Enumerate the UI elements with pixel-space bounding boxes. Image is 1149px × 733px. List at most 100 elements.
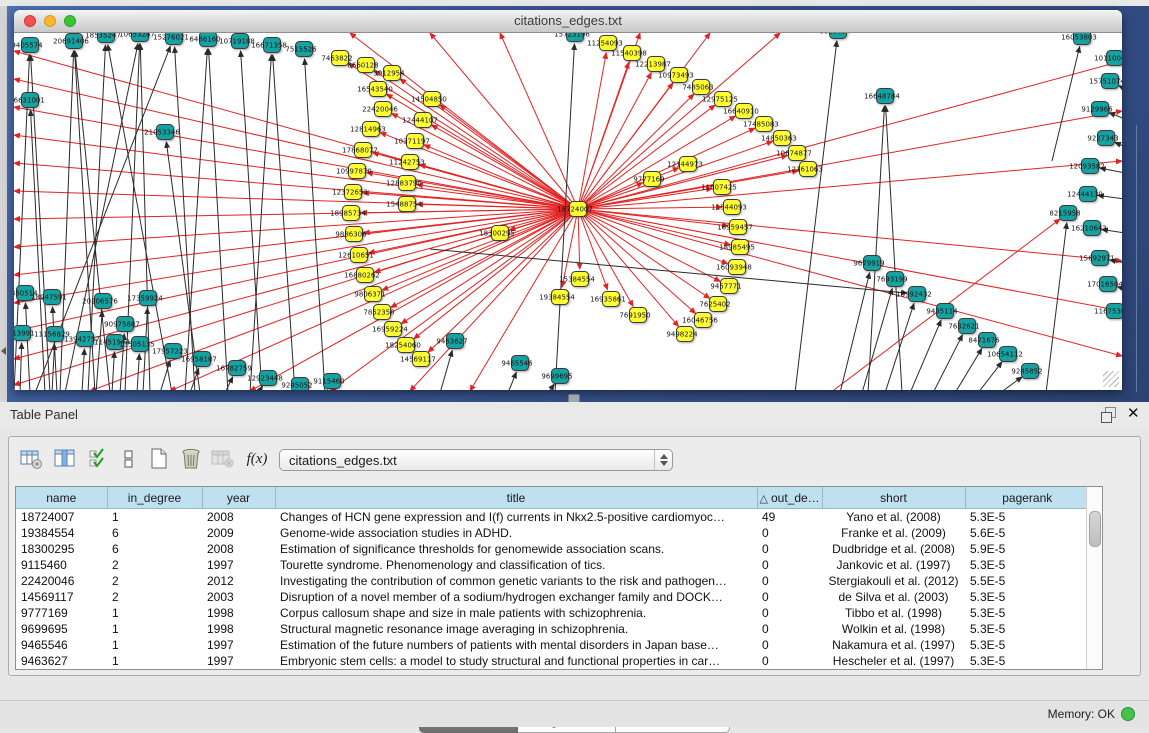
table-cell[interactable]: Changes of HCN gene expression and I(f) … [275,509,757,526]
column-visibility-icon[interactable] [51,445,79,473]
table-cell[interactable]: 5.3E-5 [965,621,1089,637]
graph-edge[interactable] [225,377,233,390]
table-cell[interactable]: 0 [757,621,822,637]
table-cell[interactable]: Investigating the contribution of common… [275,573,757,589]
table-cell[interactable]: 1 [107,637,202,653]
network-canvas[interactable]: 1872400774638228660128391295416543540224… [14,33,1122,390]
table-cell[interactable]: 1998 [202,621,275,637]
column-header-short[interactable]: short [822,487,965,509]
table-cell[interactable]: Disruption of a novel member of a sodium… [275,589,757,605]
table-cell[interactable]: 1997 [202,653,275,669]
graph-edge[interactable] [82,349,84,390]
graph-edge[interactable] [1119,86,1122,89]
table-cell[interactable]: 5.3E-5 [965,637,1089,653]
graph-edge[interactable] [1115,142,1122,147]
table-cell[interactable]: 1 [107,509,202,526]
table-row[interactable]: 1456911722003Disruption of a novel membe… [16,589,1089,605]
graph-edge[interactable] [578,61,1122,209]
table-row[interactable]: 977716911998Corpus callosum shape and si… [16,605,1089,621]
graph-edge[interactable] [578,111,1122,209]
table-cell[interactable]: de Silva et al. (2003) [822,589,965,605]
table-cell[interactable]: 1997 [202,637,275,653]
table-settings-icon[interactable] [17,445,45,473]
table-cell[interactable]: Franke et al. (2009) [822,525,965,541]
table-cell[interactable]: 49 [757,509,822,526]
graph-edge[interactable] [31,110,45,390]
table-cell[interactable]: 5.3E-5 [965,605,1089,621]
graph-edge[interactable] [578,73,651,209]
table-cell[interactable]: Dudbridge et al. (2008) [822,541,965,557]
table-scrollbar[interactable] [1086,487,1102,669]
function-builder-icon[interactable]: f(x) [243,445,271,473]
left-collapse-arrow-icon[interactable] [1,347,6,355]
graph-edge[interactable] [241,51,262,390]
new-attribute-icon[interactable] [145,445,173,473]
graph-edge[interactable] [508,372,516,390]
table-cell[interactable]: 2008 [202,509,275,526]
graph-edge[interactable] [548,384,554,390]
graph-edge[interactable] [955,349,982,390]
table-cell[interactable]: 1 [107,605,202,621]
table-cell[interactable]: 9699695 [16,621,107,637]
table-cell[interactable]: 1997 [202,557,275,573]
table-cell[interactable]: 0 [757,557,822,573]
close-panel-icon[interactable]: ✕ [1127,405,1140,423]
table-cell[interactable]: Tourette syndrome. Phenomenology and cla… [275,557,757,573]
memory-status-icon[interactable] [1121,707,1135,721]
table-cell[interactable]: 0 [757,605,822,621]
table-selector-dropdown[interactable]: citations_edges.txt [279,449,673,471]
graph-edge[interactable] [96,311,102,390]
graph-edge[interactable] [112,352,114,390]
table-cell[interactable]: 0 [757,653,822,669]
graph-edge[interactable] [250,55,271,390]
column-header-name[interactable]: name [16,487,107,509]
table-row[interactable]: 1872400712008Changes of HCN gene express… [16,509,1089,526]
graph-edge[interactable] [578,209,580,269]
graph-edge[interactable] [137,354,139,390]
table-row[interactable]: 946362711997Embryonic stem cells: a mode… [16,653,1089,669]
table-cell[interactable]: Nakamura et al. (1997) [822,637,965,653]
table-row[interactable]: 969969511998Structural magnetic resonanc… [16,621,1089,637]
graph-edge[interactable] [578,209,1122,261]
table-cell[interactable]: Yano et al. (2008) [822,509,965,526]
table-cell[interactable]: 5.9E-5 [965,541,1089,557]
table-cell[interactable]: 2008 [202,541,275,557]
table-cell[interactable]: 22420046 [16,573,107,589]
float-window-icon[interactable] [1101,407,1116,422]
delete-attribute-icon[interactable] [177,445,205,473]
table-cell[interactable]: Genome-wide association studies in ADHD. [275,525,757,541]
table-row[interactable]: 1830029562008Estimation of significance … [16,541,1089,557]
table-cell[interactable]: Tibbo et al. (1998) [822,605,965,621]
table-row[interactable]: 911546021997Tourette syndrome. Phenomeno… [16,557,1089,573]
table-cell[interactable]: Embryonic stem cells: a model to study s… [275,653,757,669]
table-cell[interactable]: 5.3E-5 [965,589,1089,605]
graph-edge[interactable] [52,344,54,390]
graph-edge[interactable] [1046,223,1067,390]
table-cell[interactable]: 5.3E-5 [965,653,1089,669]
table-cell[interactable]: 5.3E-5 [965,557,1089,573]
table-cell[interactable]: 2012 [202,573,275,589]
column-header-in-degree[interactable]: in_degree [107,487,202,509]
graph-edge[interactable] [862,289,892,390]
column-header-year[interactable]: year [202,487,275,509]
table-cell[interactable]: 9115460 [16,557,107,573]
row-select-icon[interactable] [85,445,113,473]
table-cell[interactable]: 2 [107,557,202,573]
table-cell[interactable]: 0 [757,573,822,589]
graph-edge[interactable] [430,33,578,209]
table-row[interactable]: 2242004622012Investigating the contribut… [16,573,1089,589]
table-row[interactable]: 1938455462009Genome-wide association stu… [16,525,1089,541]
table-row[interactable]: 946554611997Estimation of the future num… [16,637,1089,653]
graph-edge[interactable] [25,303,30,390]
graph-edge[interactable] [910,320,941,390]
table-cell[interactable]: 9463627 [16,653,107,669]
graph-edge[interactable] [885,304,914,390]
table-cell[interactable]: 5.6E-5 [965,525,1089,541]
table-cell[interactable]: 2 [107,573,202,589]
table-cell[interactable]: 1 [107,653,202,669]
graph-edge[interactable] [1000,377,1022,390]
column-header-pagerank[interactable]: pagerank [965,487,1089,509]
column-header-title[interactable]: title [275,487,757,509]
table-cell[interactable]: Stergiakouli et al. (2012) [822,573,965,589]
graph-edge[interactable] [933,335,962,390]
